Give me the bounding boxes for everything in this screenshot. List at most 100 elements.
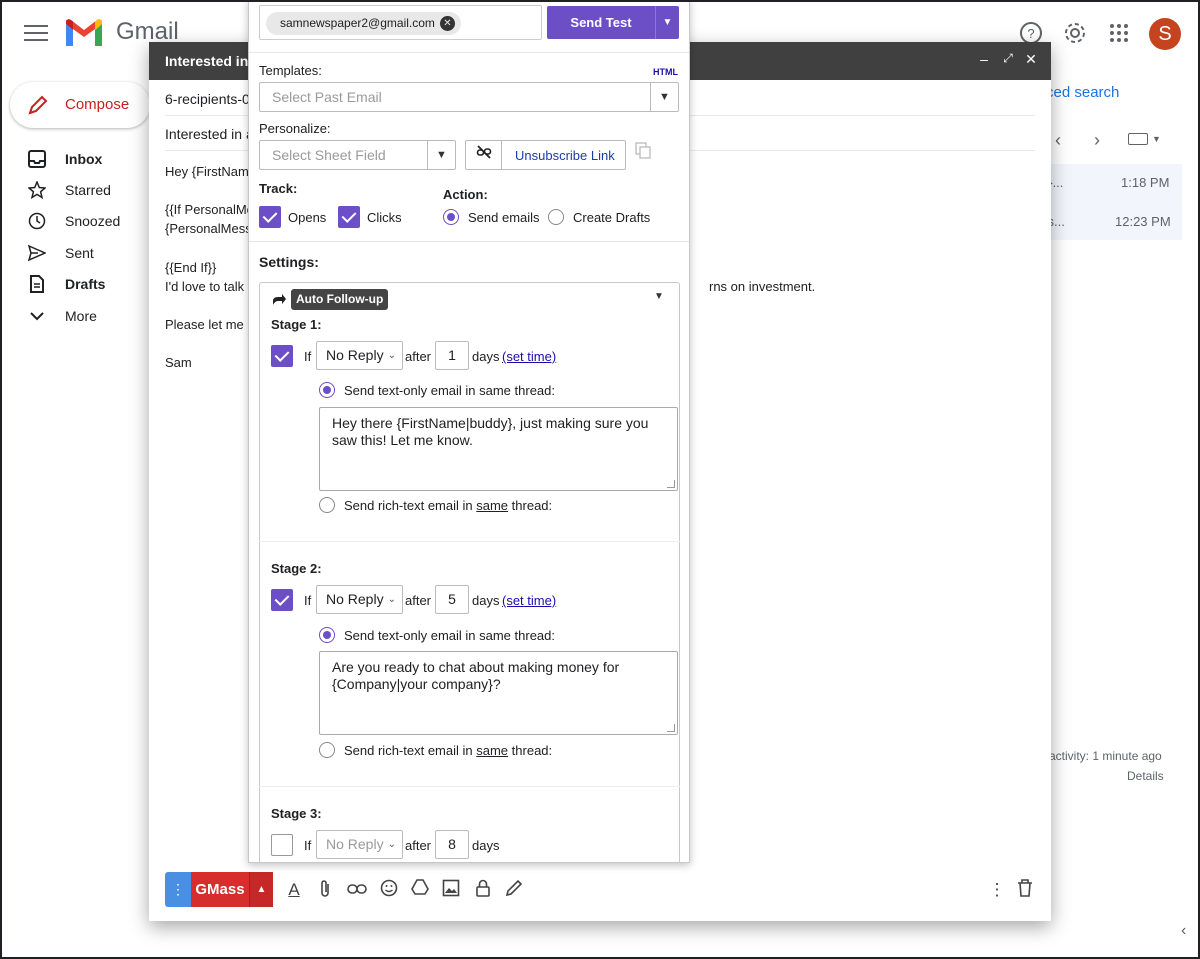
fullscreen-icon[interactable]: ⤢ bbox=[999, 51, 1017, 66]
stage-1-text-only-radio[interactable] bbox=[319, 382, 335, 398]
rich-text-same: same bbox=[476, 498, 509, 513]
svg-text:?: ? bbox=[1027, 26, 1034, 41]
stage-2-text-only-radio[interactable] bbox=[319, 627, 335, 643]
apps-grid-icon[interactable] bbox=[1106, 21, 1132, 47]
image-icon[interactable] bbox=[440, 879, 462, 901]
list-item[interactable]: ss... 12:23 PM bbox=[1041, 202, 1182, 240]
send-test-dropdown-icon[interactable]: ▼ bbox=[655, 6, 679, 39]
recipients-field[interactable]: 6-recipients-0 bbox=[165, 91, 250, 107]
drive-icon[interactable] bbox=[409, 879, 431, 901]
stage-1-days-input[interactable]: 1 bbox=[435, 341, 469, 370]
unsubscribe-link-button[interactable]: Unsubscribe Link bbox=[465, 140, 626, 170]
confidential-icon[interactable] bbox=[472, 879, 494, 901]
test-email-input[interactable]: samnewspaper2@gmail.com ✕ bbox=[259, 5, 542, 40]
details-link[interactable]: Details bbox=[1127, 769, 1164, 783]
stage-1-condition: No Reply bbox=[326, 347, 384, 363]
remove-chip-icon[interactable]: ✕ bbox=[439, 16, 455, 31]
sidebar-item-sent[interactable]: Sent bbox=[0, 238, 150, 268]
clicks-checkbox[interactable] bbox=[338, 206, 360, 228]
sidebar-item-snoozed[interactable]: Snoozed bbox=[0, 206, 150, 236]
stage-3-days-input[interactable]: 8 bbox=[435, 830, 469, 859]
gmass-settings-panel: samnewspaper2@gmail.com ✕ Send Test ▼ Te… bbox=[248, 0, 690, 863]
prev-page-icon[interactable]: ‹ bbox=[1055, 130, 1061, 151]
sidebar-item-drafts[interactable]: Drafts bbox=[0, 269, 150, 299]
sidebar-item-more[interactable]: More bbox=[0, 301, 150, 331]
test-email-chip[interactable]: samnewspaper2@gmail.com ✕ bbox=[266, 12, 461, 35]
inbox-icon bbox=[28, 150, 46, 168]
subject-field[interactable]: Interested in a bbox=[165, 126, 254, 142]
stage-1-rich-text-radio[interactable] bbox=[319, 497, 335, 513]
advanced-search-link[interactable]: ced search bbox=[1046, 84, 1119, 101]
stage-2-message-textarea[interactable]: Are you ready to chat about making money… bbox=[319, 651, 678, 735]
body-line: Hey {FirstNam bbox=[165, 164, 249, 179]
stage-1-message-textarea[interactable]: Hey there {FirstName|buddy}, just making… bbox=[319, 407, 678, 491]
formatting-icon[interactable]: A bbox=[283, 879, 305, 901]
body-line: {PersonalMess bbox=[165, 221, 252, 236]
chevron-down-icon: ▼ bbox=[650, 83, 678, 111]
stage-3-condition: No Reply bbox=[326, 836, 384, 852]
gmass-settings-button[interactable]: ⋮ bbox=[165, 872, 191, 907]
html-link[interactable]: HTML bbox=[653, 67, 678, 77]
templates-placeholder: Select Past Email bbox=[272, 89, 382, 105]
stage-2-days-input[interactable]: 5 bbox=[435, 585, 469, 614]
chevron-down-icon: ⌄ bbox=[387, 594, 396, 605]
keyboard-dropdown-icon[interactable]: ▼ bbox=[1152, 134, 1161, 144]
templates-label: Templates: bbox=[259, 63, 322, 78]
rich-text-same: same bbox=[476, 743, 509, 758]
stage-2-label: Stage 2: bbox=[271, 561, 322, 576]
sidebar-item-inbox[interactable]: Inbox bbox=[0, 144, 150, 174]
gmass-dropdown-icon[interactable]: ▲ bbox=[249, 872, 273, 907]
stage-1-set-time-link[interactable]: (set time) bbox=[502, 349, 556, 364]
send-emails-radio[interactable] bbox=[443, 209, 459, 225]
stage-1-checkbox[interactable] bbox=[271, 345, 293, 367]
stage-3-checkbox[interactable] bbox=[271, 834, 293, 856]
stage-2-rich-text-radio[interactable] bbox=[319, 742, 335, 758]
body-line: {{If PersonalMe bbox=[165, 202, 254, 217]
personalize-select[interactable]: Select Sheet Field ▼ bbox=[259, 140, 456, 170]
attach-icon[interactable] bbox=[314, 879, 336, 901]
close-icon[interactable]: ✕ bbox=[1022, 51, 1040, 68]
resize-grip-icon[interactable] bbox=[667, 480, 675, 488]
keyboard-icon[interactable] bbox=[1128, 133, 1148, 145]
send-test-button[interactable]: Send Test bbox=[547, 6, 655, 39]
stage-2-condition-select[interactable]: No Reply ⌄ bbox=[316, 585, 403, 614]
body-line: rns on investment. bbox=[709, 279, 816, 294]
clicks-label: Clicks bbox=[367, 210, 402, 225]
divider bbox=[249, 52, 689, 53]
gmass-button[interactable]: GMass bbox=[191, 872, 249, 907]
minimize-icon[interactable]: – bbox=[975, 51, 993, 67]
resize-grip-icon[interactable] bbox=[667, 724, 675, 732]
stage-3-condition-select[interactable]: No Reply ⌄ bbox=[316, 830, 403, 859]
templates-select[interactable]: Select Past Email ▼ bbox=[259, 82, 679, 112]
signature-pen-icon[interactable] bbox=[503, 879, 525, 901]
opens-checkbox[interactable] bbox=[259, 206, 281, 228]
stage-1-condition-select[interactable]: No Reply ⌄ bbox=[316, 341, 403, 370]
if-label: If bbox=[304, 838, 312, 853]
compose-toolbar: ⋮ GMass ▲ A ⋮ bbox=[149, 864, 1051, 914]
main-menu-icon[interactable] bbox=[24, 22, 48, 42]
account-avatar[interactable]: S bbox=[1149, 18, 1181, 50]
collapse-chevron-icon[interactable]: ▼ bbox=[654, 291, 664, 302]
compose-button[interactable]: Compose bbox=[10, 82, 150, 128]
days-label: days bbox=[472, 838, 500, 853]
list-item[interactable]: n}... 1:18 PM bbox=[1041, 164, 1182, 202]
action-label: Action: bbox=[443, 187, 488, 202]
rich-text-label: Send rich-text email in same thread: bbox=[344, 743, 552, 758]
link-icon[interactable] bbox=[346, 879, 368, 901]
if-label: If bbox=[304, 593, 312, 608]
next-page-icon[interactable]: › bbox=[1094, 130, 1100, 151]
stage-2-set-time-link[interactable]: (set time) bbox=[502, 593, 556, 608]
auto-followup-tab[interactable]: Auto Follow-up bbox=[291, 289, 389, 310]
more-options-icon[interactable]: ⋮ bbox=[986, 879, 1008, 901]
sidebar-item-starred[interactable]: Starred bbox=[0, 175, 150, 205]
gmail-logo-icon[interactable] bbox=[64, 18, 104, 48]
emoji-icon[interactable] bbox=[378, 879, 400, 901]
copy-icon[interactable] bbox=[635, 142, 653, 163]
rich-text-suffix: thread: bbox=[511, 743, 553, 758]
discard-trash-icon[interactable] bbox=[1014, 879, 1036, 901]
settings-gear-icon[interactable] bbox=[1062, 21, 1088, 47]
create-drafts-radio[interactable] bbox=[548, 209, 564, 225]
collapse-panel-icon[interactable]: ‹ bbox=[1181, 922, 1186, 940]
stage-2-checkbox[interactable] bbox=[271, 589, 293, 611]
body-line: I'd love to talk v bbox=[165, 279, 255, 294]
